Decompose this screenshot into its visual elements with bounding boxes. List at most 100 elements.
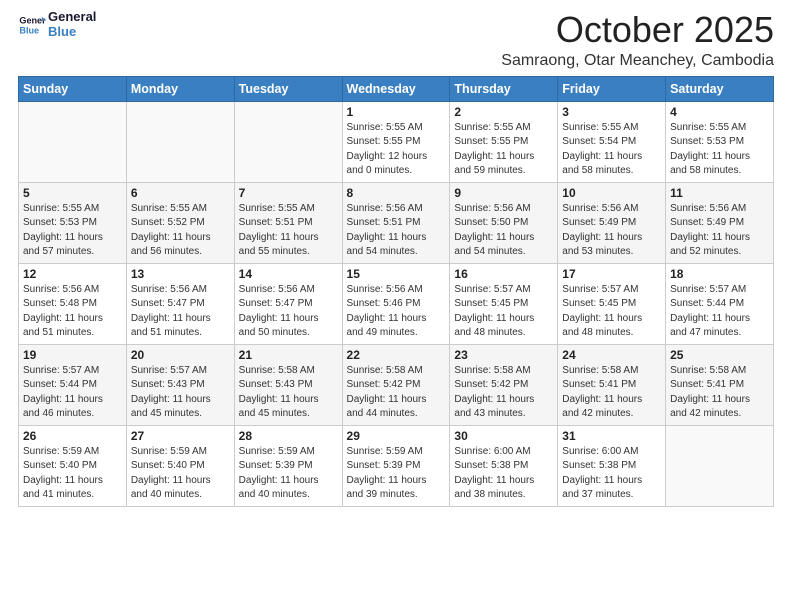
calendar-header-row: Sunday Monday Tuesday Wednesday Thursday…: [19, 76, 774, 101]
month-title: October 2025: [501, 10, 774, 50]
calendar-week-row: 5Sunrise: 5:55 AMSunset: 5:53 PMDaylight…: [19, 182, 774, 263]
calendar-week-row: 1Sunrise: 5:55 AMSunset: 5:55 PMDaylight…: [19, 101, 774, 182]
calendar-cell: 11 Sunrise: 5:56 AMSunset: 5:49 PMDayligh…: [666, 182, 774, 263]
day-info: Sunrise: 5:58 AMSunset: 5:41 PMDaylight:…: [670, 364, 769, 422]
day-info: Sunrise: 5:56 AMSunset: 5:47 PMDaylight:…: [131, 283, 230, 341]
day-number: 25: [670, 348, 769, 362]
day-info: Sunrise: 5:58 AMSunset: 5:41 PMDaylight:…: [562, 364, 661, 422]
day-info: Sunrise: 5:58 AMSunset: 5:42 PMDaylight:…: [454, 364, 553, 422]
day-info: Sunrise: 5:58 AMSunset: 5:42 PMDaylight:…: [347, 364, 446, 422]
calendar-week-row: 19Sunrise: 5:57 AMSunset: 5:44 PMDayligh…: [19, 344, 774, 425]
day-number: 13: [131, 267, 230, 281]
day-info: Sunrise: 5:59 AMSunset: 5:39 PMDaylight:…: [347, 445, 446, 503]
day-info: Sunrise: 5:55 AMSunset: 5:54 PMDaylight:…: [562, 121, 661, 179]
logo-general: General: [48, 10, 96, 25]
day-number: 4: [670, 105, 769, 119]
calendar-cell: [126, 101, 234, 182]
day-number: 22: [347, 348, 446, 362]
calendar-cell: 25 Sunrise: 5:58 AMSunset: 5:41 PMDayligh…: [666, 344, 774, 425]
calendar-cell: 22 Sunrise: 5:58 AMSunset: 5:42 PMDayligh…: [342, 344, 450, 425]
day-info: Sunrise: 5:56 AMSunset: 5:50 PMDaylight:…: [454, 202, 553, 260]
day-number: 20: [131, 348, 230, 362]
day-number: 5: [23, 186, 122, 200]
calendar-cell: 14Sunrise: 5:56 AMSunset: 5:47 PMDayligh…: [234, 263, 342, 344]
day-number: 18: [670, 267, 769, 281]
calendar-week-row: 26 Sunrise: 5:59 AMSunset: 5:40 PMDayligh…: [19, 425, 774, 506]
calendar-cell: 23Sunrise: 5:58 AMSunset: 5:42 PMDayligh…: [450, 344, 558, 425]
col-wednesday: Wednesday: [342, 76, 450, 101]
day-number: 8: [347, 186, 446, 200]
calendar-cell: 7Sunrise: 5:55 AMSunset: 5:51 PMDaylight…: [234, 182, 342, 263]
location-title: Samraong, Otar Meanchey, Cambodia: [501, 52, 774, 70]
day-info: Sunrise: 5:59 AMSunset: 5:40 PMDaylight:…: [23, 445, 122, 503]
day-number: 11: [670, 186, 769, 200]
col-tuesday: Tuesday: [234, 76, 342, 101]
logo-blue: Blue: [48, 25, 96, 40]
day-info: Sunrise: 5:56 AMSunset: 5:46 PMDaylight:…: [347, 283, 446, 341]
calendar-cell: 30Sunrise: 6:00 AMSunset: 5:38 PMDayligh…: [450, 425, 558, 506]
page: General Blue General Blue October 2025 S…: [0, 0, 792, 612]
day-number: 27: [131, 429, 230, 443]
calendar-cell: 1Sunrise: 5:55 AMSunset: 5:55 PMDaylight…: [342, 101, 450, 182]
day-number: 6: [131, 186, 230, 200]
calendar-cell: [666, 425, 774, 506]
calendar-cell: [19, 101, 127, 182]
day-number: 21: [239, 348, 338, 362]
day-number: 30: [454, 429, 553, 443]
day-number: 10: [562, 186, 661, 200]
day-number: 1: [347, 105, 446, 119]
col-friday: Friday: [558, 76, 666, 101]
day-info: Sunrise: 5:55 AMSunset: 5:51 PMDaylight:…: [239, 202, 338, 260]
calendar-cell: 12 Sunrise: 5:56 AMSunset: 5:48 PMDayligh…: [19, 263, 127, 344]
calendar-cell: 19Sunrise: 5:57 AMSunset: 5:44 PMDayligh…: [19, 344, 127, 425]
day-info: Sunrise: 5:59 AMSunset: 5:40 PMDaylight:…: [131, 445, 230, 503]
svg-text:Blue: Blue: [19, 25, 39, 35]
calendar-table: Sunday Monday Tuesday Wednesday Thursday…: [18, 76, 774, 507]
col-monday: Monday: [126, 76, 234, 101]
day-info: Sunrise: 5:56 AMSunset: 5:48 PMDaylight:…: [23, 283, 122, 341]
calendar-cell: 24 Sunrise: 5:58 AMSunset: 5:41 PMDayligh…: [558, 344, 666, 425]
day-number: 24: [562, 348, 661, 362]
calendar-week-row: 12 Sunrise: 5:56 AMSunset: 5:48 PMDayligh…: [19, 263, 774, 344]
day-info: Sunrise: 5:55 AMSunset: 5:53 PMDaylight:…: [670, 121, 769, 179]
day-number: 26: [23, 429, 122, 443]
day-info: Sunrise: 5:55 AMSunset: 5:52 PMDaylight:…: [131, 202, 230, 260]
calendar-cell: 21 Sunrise: 5:58 AMSunset: 5:43 PMDayligh…: [234, 344, 342, 425]
col-thursday: Thursday: [450, 76, 558, 101]
day-info: Sunrise: 5:56 AMSunset: 5:49 PMDaylight:…: [562, 202, 661, 260]
calendar-cell: [234, 101, 342, 182]
day-number: 15: [347, 267, 446, 281]
day-info: Sunrise: 5:57 AMSunset: 5:43 PMDaylight:…: [131, 364, 230, 422]
logo: General Blue General Blue: [18, 10, 96, 40]
calendar-cell: 15 Sunrise: 5:56 AMSunset: 5:46 PMDayligh…: [342, 263, 450, 344]
day-info: Sunrise: 5:57 AMSunset: 5:45 PMDaylight:…: [562, 283, 661, 341]
calendar-cell: 8Sunrise: 5:56 AMSunset: 5:51 PMDaylight…: [342, 182, 450, 263]
day-number: 3: [562, 105, 661, 119]
header: General Blue General Blue October 2025 S…: [18, 10, 774, 70]
day-number: 16: [454, 267, 553, 281]
calendar-cell: 28 Sunrise: 5:59 AMSunset: 5:39 PMDayligh…: [234, 425, 342, 506]
day-info: Sunrise: 6:00 AMSunset: 5:38 PMDaylight:…: [562, 445, 661, 503]
calendar-cell: 17 Sunrise: 5:57 AMSunset: 5:45 PMDayligh…: [558, 263, 666, 344]
day-number: 14: [239, 267, 338, 281]
calendar-cell: 31Sunrise: 6:00 AMSunset: 5:38 PMDayligh…: [558, 425, 666, 506]
title-block: October 2025 Samraong, Otar Meanchey, Ca…: [501, 10, 774, 70]
calendar-cell: 4 Sunrise: 5:55 AMSunset: 5:53 PMDaylight…: [666, 101, 774, 182]
calendar-cell: 9 Sunrise: 5:56 AMSunset: 5:50 PMDaylight…: [450, 182, 558, 263]
day-number: 28: [239, 429, 338, 443]
calendar-cell: 18Sunrise: 5:57 AMSunset: 5:44 PMDayligh…: [666, 263, 774, 344]
calendar-cell: 6 Sunrise: 5:55 AMSunset: 5:52 PMDaylight…: [126, 182, 234, 263]
day-number: 19: [23, 348, 122, 362]
day-info: Sunrise: 5:58 AMSunset: 5:43 PMDaylight:…: [239, 364, 338, 422]
day-number: 17: [562, 267, 661, 281]
day-info: Sunrise: 5:56 AMSunset: 5:49 PMDaylight:…: [670, 202, 769, 260]
day-info: Sunrise: 5:59 AMSunset: 5:39 PMDaylight:…: [239, 445, 338, 503]
calendar-cell: 13 Sunrise: 5:56 AMSunset: 5:47 PMDayligh…: [126, 263, 234, 344]
calendar-cell: 10 Sunrise: 5:56 AMSunset: 5:49 PMDayligh…: [558, 182, 666, 263]
day-number: 9: [454, 186, 553, 200]
day-number: 12: [23, 267, 122, 281]
calendar-cell: 27 Sunrise: 5:59 AMSunset: 5:40 PMDayligh…: [126, 425, 234, 506]
calendar-cell: 3 Sunrise: 5:55 AMSunset: 5:54 PMDaylight…: [558, 101, 666, 182]
calendar-cell: 5Sunrise: 5:55 AMSunset: 5:53 PMDaylight…: [19, 182, 127, 263]
col-sunday: Sunday: [19, 76, 127, 101]
